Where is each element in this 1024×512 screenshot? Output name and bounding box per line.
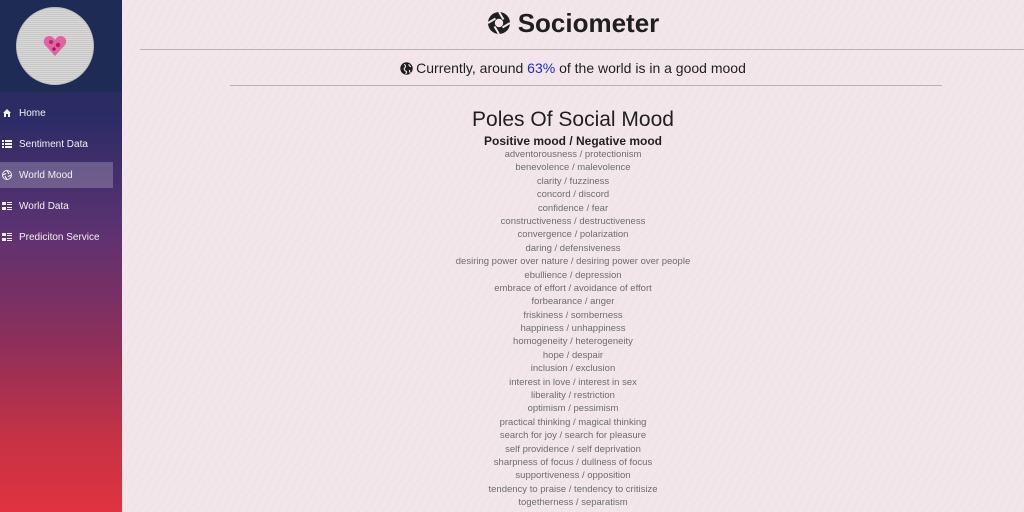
sidebar-item-world-data[interactable]: World Data [0, 193, 122, 219]
sidebar-item-label: Home [19, 107, 46, 119]
list-item: liberality / restriction [531, 390, 615, 402]
poles-title: Poles Of Social Mood [472, 108, 674, 131]
avatar[interactable] [16, 7, 94, 85]
list-item: daring / defensiveness [525, 242, 621, 254]
sidebar-item-sentiment-data[interactable]: Sentiment Data [0, 131, 122, 157]
list-item: friskiness / somberness [523, 309, 623, 321]
list-item: benevolence / malevolence [515, 162, 631, 174]
list-item: practical thinking / magical thinking [499, 416, 647, 428]
sidebar-item-world-mood[interactable]: World Mood [0, 162, 113, 188]
sidebar-nav: Home Sentiment Data World Mood World Dat… [0, 100, 122, 255]
list-item: desiring power over nature / desiring po… [455, 256, 691, 268]
list-item: happiness / unhappiness [520, 323, 626, 335]
mood-suffix: of the world is in a good mood [555, 60, 746, 76]
heart-icon [43, 36, 67, 56]
poles-list: adventorousness / protectionism benevole… [122, 148, 1024, 510]
page-title: Sociometer [517, 8, 660, 38]
avatar-area [0, 0, 122, 92]
aperture-icon [2, 170, 12, 180]
list-item: interest in love / interest in sex [509, 376, 637, 388]
list-icon [2, 140, 12, 148]
list-item: tendency to praise / tendency to critisi… [488, 483, 658, 495]
sidebar-item-label: Prediciton Service [19, 231, 100, 243]
list-item: embrace of effort / avoidance of effort [494, 282, 652, 294]
sidebar-item-label: World Data [19, 200, 69, 212]
divider [140, 49, 1024, 50]
list-item: clarity / fuzziness [536, 175, 610, 187]
sidebar-item-home[interactable]: Home [0, 100, 122, 126]
list-item: homogeneity / heterogeneity [513, 336, 633, 348]
globe-icon [400, 62, 413, 75]
poles-subtitle: Positive mood / Negative mood [483, 134, 663, 148]
list-item: optimism / pessimism [527, 403, 619, 415]
mood-prefix: Currently, around [416, 60, 528, 76]
mood-banner: Currently, around 63% of the world is in… [122, 60, 1024, 76]
grid-list-icon [2, 202, 12, 210]
sidebar-item-prediction-service[interactable]: Prediciton Service [0, 224, 122, 250]
page-header: Sociometer [122, 8, 1024, 39]
list-item: constructiveness / destructiveness [500, 215, 646, 227]
list-item: supportiveness / opposition [515, 470, 631, 482]
list-item: concord / discord [536, 189, 610, 201]
home-icon [3, 109, 11, 117]
list-item: ebullience / depression [524, 269, 622, 281]
sidebar-item-label: World Mood [19, 169, 73, 181]
list-item: inclusion / exclusion [530, 363, 616, 375]
list-item: convergence / polarization [517, 229, 629, 241]
aperture-icon [487, 11, 511, 35]
mood-percent: 63% [527, 60, 556, 76]
list-item: self providence / self deprivation [505, 443, 641, 455]
sidebar-item-label: Sentiment Data [19, 138, 88, 150]
divider [230, 85, 942, 86]
list-item: forbearance / anger [531, 296, 615, 308]
list-item: search for joy / search for pleasure [499, 430, 647, 442]
grid-list-icon [2, 233, 12, 241]
list-item: hope / despair [542, 349, 604, 361]
sidebar: Home Sentiment Data World Mood World Dat… [0, 0, 122, 512]
list-item: sharpness of focus / dullness of focus [493, 456, 653, 468]
list-item: togetherness / separatism [518, 497, 628, 509]
list-item: adventorousness / protectionism [504, 149, 642, 160]
main-content: Sociometer Currently, around 63% of the … [122, 0, 1024, 512]
list-item: confidence / fear [537, 202, 609, 214]
